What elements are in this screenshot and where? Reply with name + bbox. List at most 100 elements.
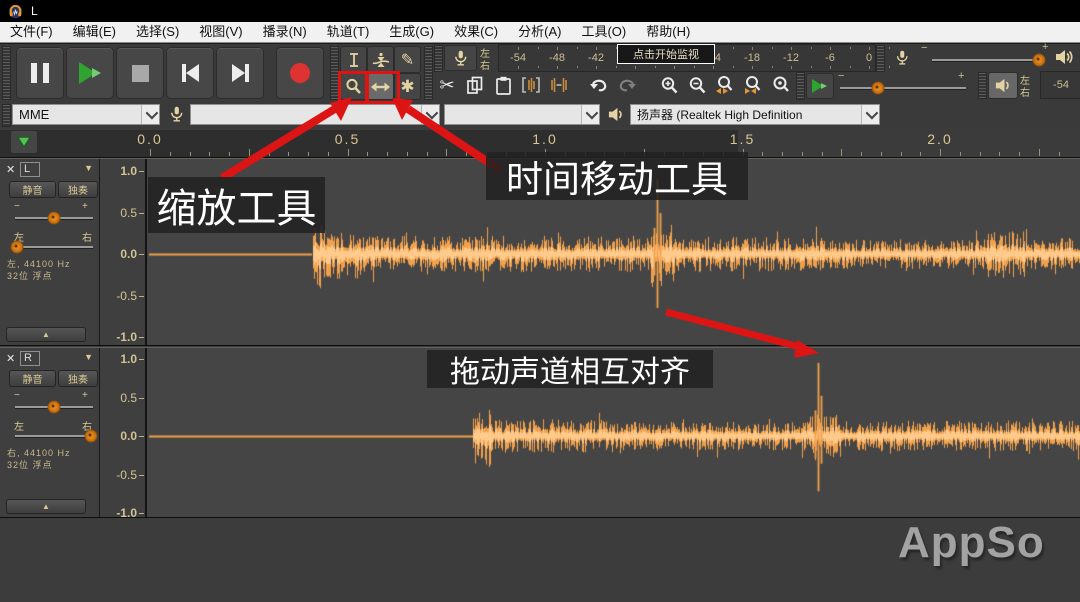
mixer-microphone-icon <box>894 49 910 66</box>
pause-button[interactable] <box>16 47 64 99</box>
redo-button[interactable] <box>614 72 640 98</box>
draw-tool-button[interactable]: ✎ <box>394 46 421 73</box>
menu-item[interactable]: 效果(C) <box>444 22 508 42</box>
track-title[interactable]: R <box>20 351 40 366</box>
meter-scale-number: -18 <box>744 52 760 64</box>
timeline-tick <box>762 152 763 156</box>
recording-meter-grip[interactable] <box>434 45 443 72</box>
recording-device-icon-button[interactable] <box>164 103 188 125</box>
vertical-ruler-tick <box>139 475 144 476</box>
meter-grip[interactable] <box>424 46 433 100</box>
paste-button[interactable] <box>490 72 516 98</box>
playback-meter-speaker-button[interactable] <box>988 72 1018 99</box>
menu-item[interactable]: 文件(F) <box>0 22 63 42</box>
zoom-to-selection-button[interactable] <box>712 72 738 98</box>
stop-button[interactable] <box>116 47 164 99</box>
collapse-track-button[interactable]: ▲ <box>6 327 86 342</box>
menu-item[interactable]: 编辑(E) <box>63 22 126 42</box>
track-info-line2: 32位 浮点 <box>7 269 53 282</box>
close-track-icon[interactable]: ✕ <box>6 352 15 365</box>
playback-meter-grip[interactable] <box>978 72 987 99</box>
vertical-ruler-label: -0.5 <box>116 468 137 482</box>
pan-knob[interactable] <box>10 241 23 254</box>
timeline-pin-button[interactable] <box>10 130 38 154</box>
recording-volume-knob[interactable] <box>1032 54 1045 67</box>
zoom-toggle-button[interactable] <box>768 72 794 98</box>
menu-item[interactable]: 生成(G) <box>379 22 444 42</box>
skip-to-end-button[interactable] <box>216 47 264 99</box>
close-track-icon[interactable]: ✕ <box>6 163 15 176</box>
track-title[interactable]: L <box>20 162 40 177</box>
meter-tooltip: 点击开始监视 <box>617 44 715 64</box>
vertical-ruler-tick <box>139 359 144 360</box>
mixer-grip[interactable] <box>876 45 885 72</box>
audacity-window: L 文件(F)编辑(E)选择(S)视图(V)播录(N)轨道(T)生成(G)效果(… <box>0 0 1080 602</box>
zoom-out-button[interactable] <box>684 72 710 98</box>
envelope-tool-button[interactable] <box>367 46 394 73</box>
mixer-speaker-button[interactable] <box>1051 45 1077 69</box>
collapse-track-button[interactable]: ▲ <box>6 499 86 514</box>
playback-device-select[interactable]: 扬声器 (Realtek High Definition <box>630 104 880 125</box>
meter-tick <box>635 66 636 69</box>
recording-device-select[interactable] <box>190 104 440 125</box>
menu-item[interactable]: 轨道(T) <box>317 22 380 42</box>
selection-tool-button[interactable] <box>340 46 367 73</box>
menu-item[interactable]: 选择(S) <box>126 22 189 42</box>
device-toolbar-grip[interactable] <box>2 104 11 127</box>
solo-button[interactable]: 独奏 <box>58 181 98 198</box>
timeline-tick <box>288 152 289 156</box>
undo-button[interactable] <box>586 72 612 98</box>
timeline-tick <box>249 149 250 156</box>
playback-meter[interactable]: -54 <box>1040 71 1080 99</box>
solo-button[interactable]: 独奏 <box>58 370 98 387</box>
cut-button[interactable]: ✂ <box>434 72 460 98</box>
transport-grip[interactable] <box>2 46 11 100</box>
menu-item[interactable]: 帮助(H) <box>636 22 700 42</box>
track-L-vertical-ruler[interactable]: 1.00.50.0-0.5-1.0 <box>100 159 147 345</box>
fit-project-button[interactable] <box>740 72 766 98</box>
gain-knob[interactable] <box>48 401 61 414</box>
timeline-tick <box>940 149 941 156</box>
title-bar: L <box>0 0 1080 22</box>
play-at-speed-grip[interactable] <box>796 72 805 100</box>
meter-tick <box>538 66 539 68</box>
track-R-vertical-ruler[interactable]: 1.00.50.0-0.5-1.0 <box>100 348 147 517</box>
menu-item[interactable]: 分析(A) <box>508 22 571 42</box>
pan-slider[interactable] <box>15 435 93 438</box>
silence-audio-button[interactable] <box>546 72 572 98</box>
timeline-tick <box>861 152 862 156</box>
timeline-tick <box>782 152 783 156</box>
mute-button[interactable]: 静音 <box>9 181 56 198</box>
track-info-line2: 32位 浮点 <box>7 458 53 471</box>
audio-host-select[interactable]: MME <box>12 104 160 125</box>
menu-item[interactable]: 视图(V) <box>189 22 252 42</box>
menu-item[interactable]: 播录(N) <box>253 22 317 42</box>
undo-icon <box>589 77 609 93</box>
recording-channels-select[interactable] <box>444 104 600 125</box>
pan-slider[interactable] <box>15 246 93 249</box>
meter-tick <box>733 47 734 49</box>
copy-button[interactable] <box>462 72 488 98</box>
gain-plus-label: + <box>82 390 88 401</box>
trim-audio-button[interactable] <box>518 72 544 98</box>
gain-knob[interactable] <box>48 212 61 225</box>
pan-knob[interactable] <box>85 430 98 443</box>
mixer-mic-button[interactable] <box>890 46 914 68</box>
playback-device-icon-button[interactable] <box>604 103 628 125</box>
mute-button[interactable]: 静音 <box>9 370 56 387</box>
recording-volume-slider[interactable] <box>932 59 1042 62</box>
chevron-down-icon <box>581 105 599 124</box>
track-menu-chevron-icon[interactable]: ▼ <box>84 352 93 362</box>
play-speed-knob[interactable] <box>871 82 884 95</box>
play-at-speed-button[interactable] <box>806 73 834 99</box>
play-button[interactable] <box>66 47 114 99</box>
record-button[interactable] <box>276 47 324 99</box>
zoom-in-button[interactable] <box>656 72 682 98</box>
track-menu-chevron-icon[interactable]: ▼ <box>84 163 93 173</box>
zoom-tool-annotation-text: 缩放工具 <box>157 176 317 234</box>
play-speed-slider[interactable] <box>840 87 966 90</box>
recording-meter-mic-button[interactable] <box>444 45 477 71</box>
skip-to-start-button[interactable] <box>166 47 214 99</box>
vertical-ruler-tick <box>139 254 144 255</box>
menu-item[interactable]: 工具(O) <box>571 22 636 42</box>
